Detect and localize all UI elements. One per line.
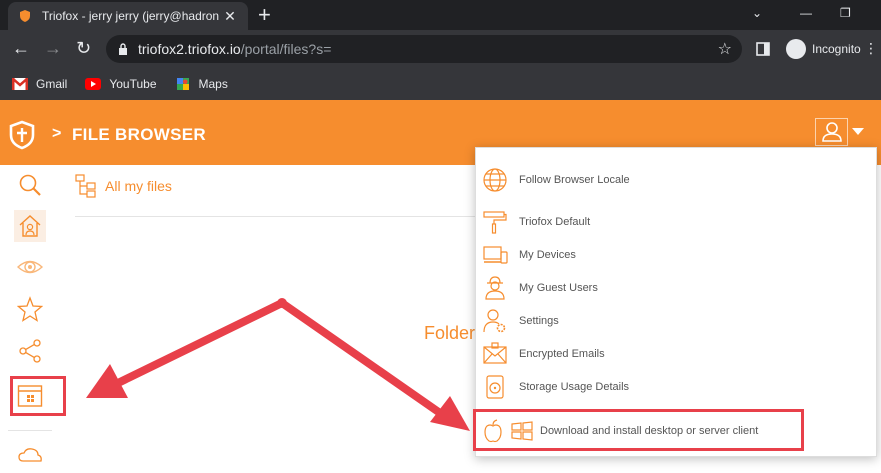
gmail-icon: [12, 78, 28, 90]
maps-icon: [176, 78, 189, 90]
address-bar[interactable]: triofox2.triofox.io /portal/files?s= ☆: [106, 35, 742, 63]
content-divider: [75, 216, 475, 217]
browser-tab[interactable]: Triofox - jerry jerry (jerry@hadron ✕: [8, 2, 248, 30]
minimize-icon[interactable]: —: [800, 6, 812, 20]
sidebar-item-favorites[interactable]: [14, 293, 46, 325]
menu-item-triofox-default[interactable]: Triofox Default: [476, 207, 876, 237]
bookmark-youtube[interactable]: YouTube: [85, 77, 157, 91]
breadcrumb-all-files[interactable]: All my files: [75, 174, 172, 198]
reload-icon[interactable]: ↻: [76, 38, 91, 58]
youtube-icon: [85, 78, 102, 90]
bookmark-label: Maps: [198, 77, 228, 91]
search-icon: [19, 174, 41, 196]
encrypted-email-icon: [483, 342, 507, 364]
url-host: triofox2.triofox.io: [138, 41, 241, 57]
bookmark-gmail[interactable]: Gmail: [12, 77, 67, 91]
new-tab-icon[interactable]: +: [258, 4, 271, 26]
tab-title: Triofox - jerry jerry (jerry@hadron: [42, 9, 220, 23]
tab-search-icon[interactable]: ⌄: [752, 6, 762, 20]
annotation-arrow-origin: [277, 298, 287, 308]
eye-icon: [17, 260, 43, 274]
incognito-indicator[interactable]: Incognito: [786, 39, 861, 59]
triofox-favicon-icon: [20, 10, 30, 22]
sidebar-divider: [8, 430, 52, 431]
chevron-down-icon[interactable]: [852, 128, 864, 135]
bookmark-star-icon[interactable]: ☆: [718, 39, 732, 59]
guest-user-icon: [485, 276, 505, 300]
empty-folder-text: Folder: [424, 323, 476, 343]
menu-item-label: Triofox Default: [519, 216, 591, 228]
page-title: FILE BROWSER: [72, 125, 206, 144]
menu-item-my-guest-users[interactable]: My Guest Users: [476, 273, 876, 303]
side-panel-icon[interactable]: [756, 42, 770, 56]
forward-icon[interactable]: →: [44, 38, 62, 58]
folder-tree-icon: [75, 174, 96, 198]
back-icon[interactable]: ←: [12, 38, 30, 58]
globe-icon: [483, 168, 507, 192]
lock-icon: [119, 43, 127, 55]
sidebar-item-watch[interactable]: [14, 251, 46, 283]
home-icon: [19, 215, 41, 237]
user-menu-button[interactable]: [815, 118, 848, 146]
incognito-label: Incognito: [812, 42, 861, 56]
url-path: /portal/files?s=: [240, 41, 332, 57]
sidebar-item-shares[interactable]: [14, 335, 46, 367]
devices-icon: [483, 246, 508, 264]
triofox-logo-icon[interactable]: [8, 120, 36, 150]
cloud-icon: [18, 448, 42, 462]
browser-menu-icon[interactable]: ⋮: [864, 40, 878, 57]
sidebar-item-more[interactable]: [14, 441, 46, 473]
browser-toolbar: ← → ↻ triofox2.triofox.io /portal/files?…: [0, 30, 881, 68]
all-files-label: All my files: [105, 178, 172, 194]
menu-item-encrypted-emails[interactable]: Encrypted Emails: [476, 339, 876, 369]
menu-item-storage-usage-details[interactable]: Storage Usage Details: [476, 372, 876, 402]
user-settings-icon: [483, 309, 506, 333]
sidebar-item-search[interactable]: [14, 169, 46, 201]
highlight-box-sidebar: [10, 376, 66, 416]
bookmark-label: YouTube: [109, 77, 157, 91]
bookmarks-bar: Gmail YouTube Maps: [0, 68, 881, 100]
restore-icon[interactable]: ❐: [840, 6, 851, 20]
share-icon: [19, 339, 41, 363]
bookmark-label: Gmail: [36, 77, 68, 91]
incognito-icon: [786, 39, 806, 59]
menu-item-label: Encrypted Emails: [519, 348, 605, 360]
browser-tab-bar: Triofox - jerry jerry (jerry@hadron ✕ + …: [0, 0, 881, 30]
menu-item-follow-browser-locale[interactable]: Follow Browser Locale: [476, 165, 876, 195]
breadcrumb-separator: >: [52, 125, 62, 142]
star-icon: [17, 296, 43, 322]
annotation-arrow-left: [86, 299, 286, 398]
menu-item-label: My Guest Users: [519, 282, 598, 294]
menu-item-label: Storage Usage Details: [519, 381, 630, 393]
bookmark-maps[interactable]: Maps: [175, 77, 228, 91]
paint-roller-icon: [483, 211, 507, 234]
storage-icon: [486, 375, 504, 399]
highlight-box-download-item: [473, 409, 804, 451]
menu-item-label: Follow Browser Locale: [519, 174, 630, 186]
menu-item-settings[interactable]: Settings: [476, 306, 876, 336]
tab-close-icon[interactable]: ✕: [222, 8, 238, 25]
menu-item-label: My Devices: [519, 249, 576, 261]
sidebar-item-home[interactable]: [14, 210, 46, 242]
menu-item-my-devices[interactable]: My Devices: [476, 240, 876, 270]
menu-item-label: Settings: [519, 315, 559, 327]
user-icon: [821, 122, 842, 142]
